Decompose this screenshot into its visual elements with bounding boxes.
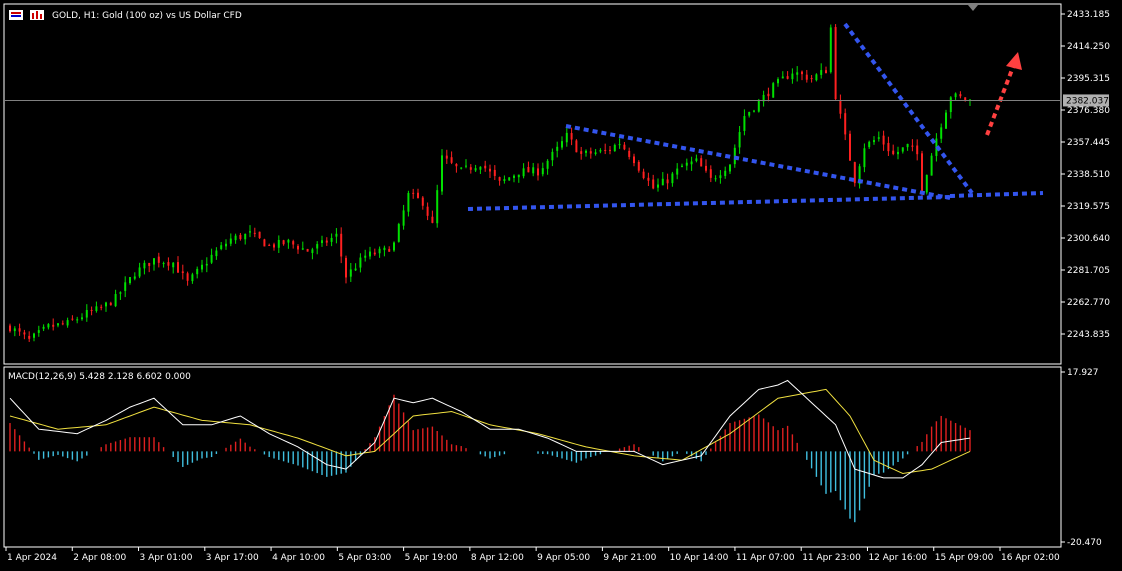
candle: [772, 81, 775, 98]
candle: [306, 248, 309, 252]
price-tick-label: 2243.835: [1067, 330, 1110, 340]
macd-tick-label: 17.927: [1067, 368, 1099, 378]
time-tick-label: 5 Apr 03:00: [338, 553, 391, 563]
time-tick-label: 2 Apr 08:00: [73, 553, 126, 563]
symbol-label: GOLD, H1: Gold (100 oz) vs US Dollar CFD: [52, 11, 242, 21]
candle: [829, 24, 832, 74]
time-tick-label: 1 Apr 2024: [7, 553, 57, 563]
candle: [930, 153, 933, 176]
chart-window: 2433.185 2414.250 2395.315 2376.380 2357.445…: [0, 0, 1122, 571]
time-tick-label: 16 Apr 02:00: [1001, 553, 1060, 563]
candle: [575, 139, 578, 153]
current-price-value: 2382.037: [1066, 96, 1109, 106]
time-tick-label: 11 Apr 23:00: [802, 553, 861, 563]
symbol-header: GOLD, H1: Gold (100 oz) vs US Dollar CFD: [9, 10, 242, 21]
chart-canvas: 2433.185 2414.250 2395.315 2376.380 2357.445…: [0, 0, 1122, 571]
candle: [925, 174, 928, 195]
candle: [436, 184, 439, 228]
time-tick-label: 4 Apr 10:00: [272, 553, 325, 563]
time-tick-label: 10 Apr 14:00: [670, 553, 729, 563]
time-tick-label: 15 Apr 09:00: [935, 553, 994, 563]
chart-menu-icon[interactable]: [9, 10, 23, 20]
time-tick-label: 3 Apr 01:00: [140, 553, 193, 563]
candle: [757, 98, 760, 113]
candle: [441, 149, 443, 195]
candle: [921, 150, 923, 197]
candle: [393, 241, 395, 252]
price-tick-label: 2262.770: [1067, 298, 1110, 308]
price-tick-label: 2281.705: [1067, 266, 1110, 276]
price-tick-label: 2433.185: [1067, 10, 1110, 20]
price-tick-label: 2376.380: [1067, 106, 1110, 116]
time-tick-label: 9 Apr 05:00: [537, 553, 590, 563]
price-tick-label: 2414.250: [1067, 42, 1110, 52]
time-tick-label: 12 Apr 16:00: [868, 553, 927, 563]
macd-tick-label: -20.470: [1067, 538, 1102, 548]
price-tick-label: 2338.510: [1067, 170, 1110, 180]
candle: [397, 222, 400, 243]
macd-label: MACD(12,26,9) 5.428 2.128 6.602 0.000: [8, 372, 191, 382]
candle: [258, 231, 261, 239]
candle: [834, 24, 837, 100]
candle: [945, 109, 947, 129]
candle: [508, 176, 511, 181]
current-price-badge: 2382.037: [1063, 94, 1109, 107]
price-tick-label: 2300.640: [1067, 234, 1110, 244]
candle: [853, 161, 856, 187]
time-tick-label: 9 Apr 21:00: [603, 553, 656, 563]
time-tick-label: 11 Apr 07:00: [736, 553, 795, 563]
price-tick-label: 2395.315: [1067, 74, 1110, 84]
time-tick-label: 8 Apr 12:00: [471, 553, 524, 563]
price-tick-label: 2357.445: [1067, 138, 1110, 148]
candle: [849, 130, 851, 161]
time-tick-label: 3 Apr 17:00: [206, 553, 259, 563]
candle: [263, 238, 266, 247]
time-tick-label: 5 Apr 19:00: [405, 553, 458, 563]
chart-type-icon[interactable]: [30, 10, 44, 20]
price-tick-label: 2319.575: [1067, 202, 1110, 212]
